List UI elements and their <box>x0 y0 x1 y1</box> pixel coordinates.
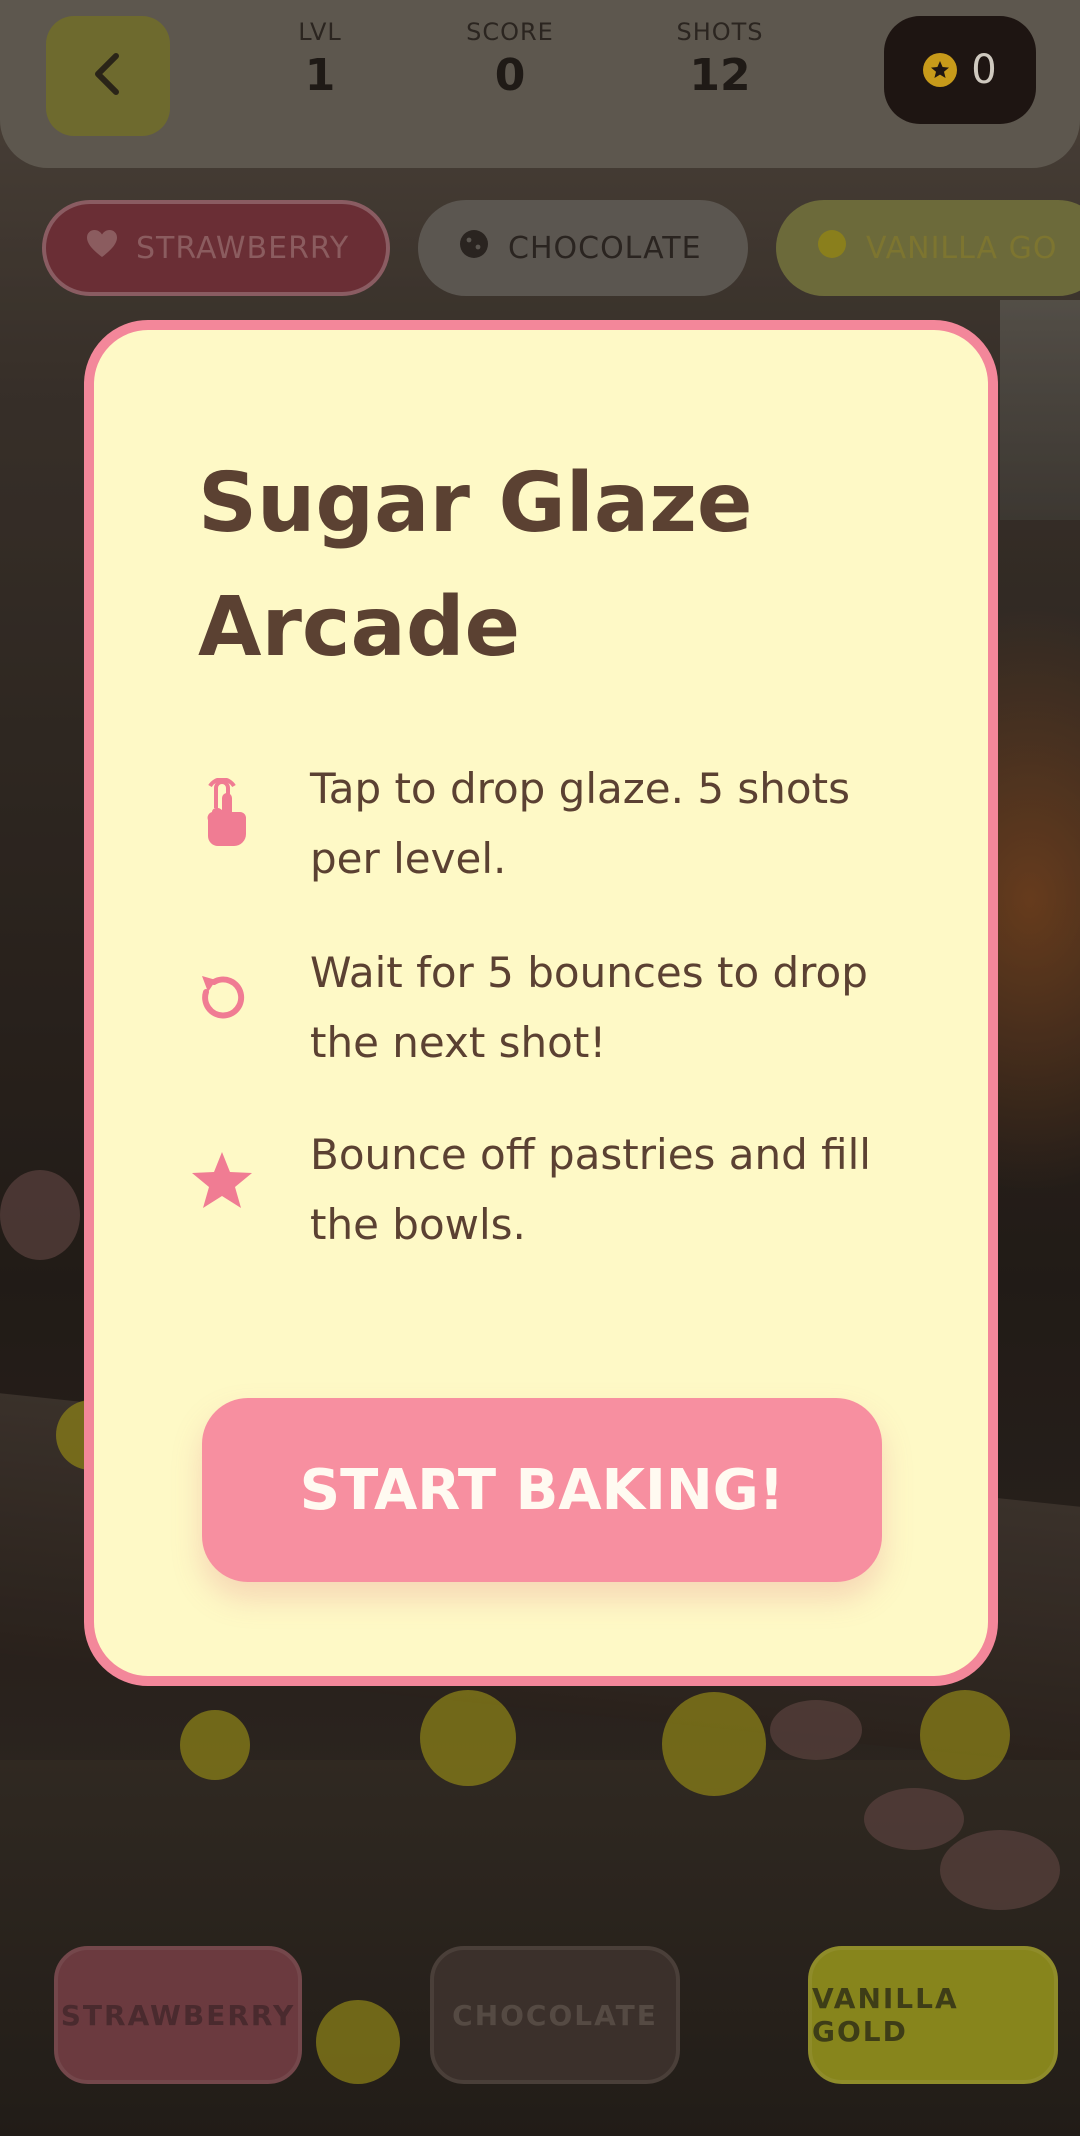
heart-icon <box>86 229 118 267</box>
intro-modal: Sugar Glaze Arcade Tap to drop glaze. 5 … <box>84 320 998 1686</box>
cookie-icon <box>458 228 490 268</box>
start-baking-button[interactable]: START BAKING! <box>202 1398 882 1582</box>
rotate-icon <box>182 958 262 1038</box>
score-stat: SCORE 0 <box>430 18 590 101</box>
strawberry-button[interactable]: STRAWBERRY <box>54 1946 302 2084</box>
tap-hand-icon <box>182 774 262 854</box>
level-label: LVL <box>298 18 342 46</box>
title-line-1: Sugar Glaze <box>198 456 753 551</box>
flavor-chip-strawberry[interactable]: STRAWBERRY <box>42 200 390 296</box>
chip-label: VANILLA GO <box>866 230 1058 266</box>
chip-label: CHOCOLATE <box>508 230 702 266</box>
rule-text: Bounce off pastries and fill the bowls. <box>310 1130 871 1249</box>
flavor-chip-chocolate[interactable]: CHOCOLATE <box>418 200 748 296</box>
back-button[interactable] <box>46 16 170 136</box>
rule-text: Tap to drop glaze. 5 shots per level. <box>310 764 850 883</box>
title-line-2: Arcade <box>198 580 521 675</box>
level-stat: LVL 1 <box>240 18 400 101</box>
flavor-chip-vanilla[interactable]: VANILLA GO <box>776 200 1080 296</box>
chip-label: STRAWBERRY <box>136 230 350 266</box>
score-label: SCORE <box>466 18 554 46</box>
vanilla-gold-button[interactable]: VANILLA GOLD <box>808 1946 1058 2084</box>
score-value: 0 <box>494 50 526 101</box>
level-value: 1 <box>304 50 336 101</box>
chocolate-button[interactable]: CHOCOLATE <box>430 1946 680 2084</box>
shots-value: 12 <box>689 50 751 101</box>
coin-counter: 0 <box>884 16 1036 124</box>
circle-icon <box>816 228 848 268</box>
rule-item: Wait for 5 bounces to drop the next shot… <box>182 938 942 1078</box>
chevron-left-icon <box>88 50 128 102</box>
coin-value: 0 <box>971 47 997 93</box>
top-hud: LVL 1 SCORE 0 SHOTS 12 0 <box>0 0 1080 168</box>
rule-item: Bounce off pastries and fill the bowls. <box>182 1120 942 1260</box>
star-icon <box>182 1140 262 1220</box>
shots-stat: SHOTS 12 <box>640 18 800 101</box>
modal-title: Sugar Glaze Arcade <box>198 442 898 690</box>
star-coin-icon <box>923 53 958 87</box>
rule-item: Tap to drop glaze. 5 shots per level. <box>182 754 942 894</box>
rule-text: Wait for 5 bounces to drop the next shot… <box>310 948 868 1067</box>
shots-label: SHOTS <box>676 18 764 46</box>
